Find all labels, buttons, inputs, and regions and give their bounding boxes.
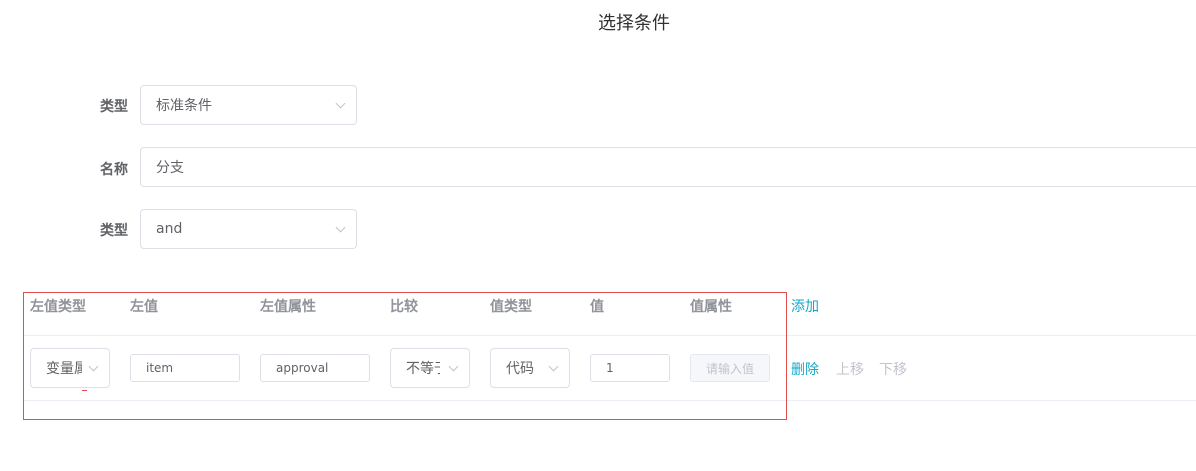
name-input[interactable]: 分支 [140, 147, 1196, 187]
move-up-link[interactable]: 上移 [836, 359, 864, 379]
logic-type-label: 类型 [100, 223, 128, 239]
logic-type-select-value: and [156, 221, 183, 237]
name-input-value: 分支 [156, 160, 184, 176]
logic-type-select[interactable]: and [140, 209, 357, 249]
type-select-value: 标准条件 [156, 98, 212, 114]
condition-highlight-frame [23, 292, 787, 420]
add-condition-link[interactable]: 添加 [791, 296, 819, 316]
dialog-title: 选择条件 [598, 13, 670, 34]
move-down-link[interactable]: 下移 [879, 359, 907, 379]
delete-row-link[interactable]: 删除 [791, 359, 819, 379]
type-select[interactable]: 标准条件 [140, 85, 357, 125]
name-label: 名称 [100, 162, 128, 178]
type-label: 类型 [100, 99, 128, 115]
chevron-down-icon [335, 98, 346, 109]
chevron-down-icon [335, 222, 346, 233]
